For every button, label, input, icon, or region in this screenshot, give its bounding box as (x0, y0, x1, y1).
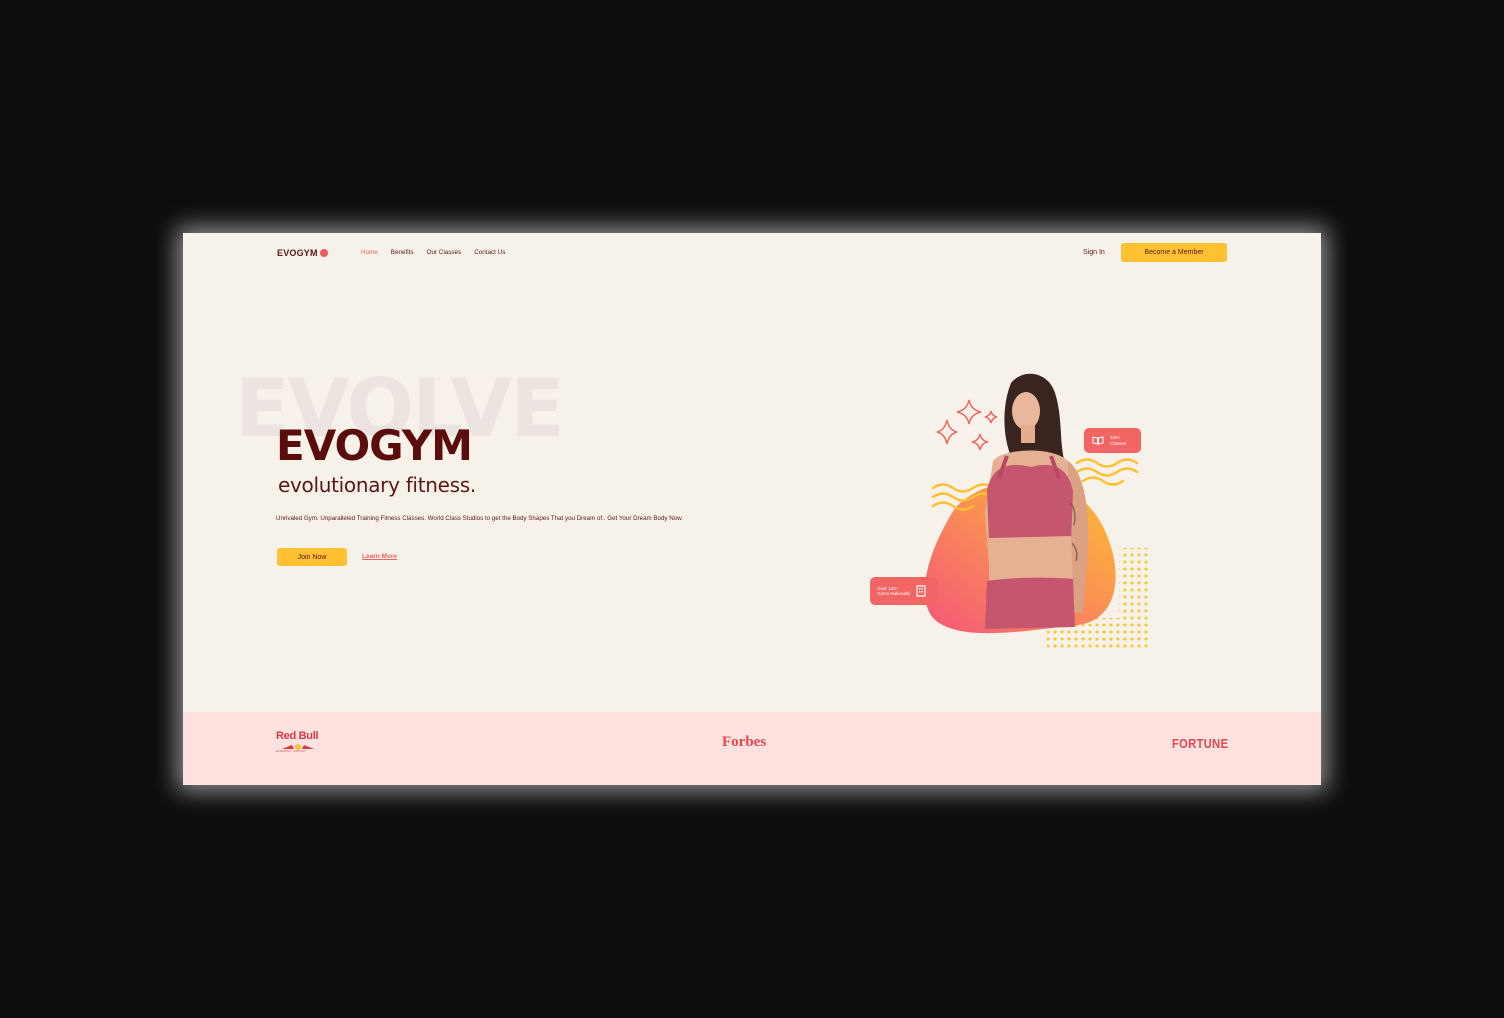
forbes-logo: Forbes (722, 734, 767, 750)
nav-links: Home Benefits Our Classes Contact Us (361, 249, 505, 256)
wave-lines-right (1075, 458, 1139, 486)
website-frame: EVOGYM Home Benefits Our Classes Contact… (183, 233, 1321, 785)
hero-subtitle: evolutionary fitness. (278, 473, 476, 497)
gyms-badge: Over 100+ Gyms Nationally (870, 577, 938, 605)
join-now-button[interactable]: Join Now (277, 548, 347, 566)
sparkle-icons (936, 399, 998, 451)
nav-link-home[interactable]: Home (361, 249, 378, 256)
navbar: EVOGYM Home Benefits Our Classes Contact… (183, 233, 1321, 273)
gyms-badge-text: Over 100+ Gyms Nationally (877, 585, 911, 597)
sign-in-link[interactable]: Sign In (1083, 249, 1105, 256)
become-member-button[interactable]: Become a Member (1121, 243, 1227, 262)
nav-link-benefits[interactable]: Benefits (391, 249, 414, 256)
hero-illustration (924, 373, 1149, 650)
redbull-wordmark: Red Bull (276, 730, 319, 742)
woman-figure (985, 373, 1089, 629)
bulls-icon (282, 744, 314, 750)
logo[interactable]: EVOGYM (277, 248, 328, 258)
nav-link-contact-us[interactable]: Contact Us (474, 249, 505, 256)
hero-title: EVOGYM (276, 421, 473, 470)
redbull-logo: Red Bull ENERGY DRINK (276, 730, 319, 753)
classes-badge: 100+ Classes (1084, 428, 1141, 453)
building-icon (916, 585, 927, 597)
classes-badge-text: 100+ Classes (1110, 435, 1127, 446)
logo-text: EVOGYM (277, 248, 318, 258)
logo-dot-icon (319, 249, 328, 257)
fortune-logo: FORTUNE (1172, 736, 1229, 751)
hero-description: Unrivaled Gym. Unparalleled Training Fit… (276, 515, 683, 522)
nav-link-our-classes[interactable]: Our Classes (427, 249, 462, 256)
book-icon (1092, 436, 1104, 445)
learn-more-link[interactable]: Learn More (362, 553, 397, 560)
sponsor-strip: Red Bull ENERGY DRINK Forbes FORTUNE (183, 712, 1321, 785)
hero-graphic: 100+ Classes Over 100+ Gyms Nationally (863, 363, 1163, 663)
